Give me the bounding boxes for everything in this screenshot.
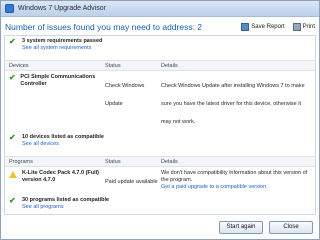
devices-compatible-label: 10 devices listed as compatible bbox=[22, 134, 104, 140]
print-button[interactable]: Print bbox=[292, 23, 315, 31]
program-details: We don't have compatibility information … bbox=[161, 170, 308, 183]
check-icon: ✔ bbox=[9, 196, 16, 205]
programs-details-header: Details bbox=[161, 158, 178, 165]
warning-icon bbox=[9, 171, 17, 178]
system-requirements-row: ✔ 3 system requirements passed See all s… bbox=[5, 36, 315, 54]
programs-status-header: Status bbox=[105, 158, 121, 165]
program-status: Paid update available bbox=[105, 179, 158, 185]
save-icon bbox=[241, 23, 250, 31]
close-button[interactable]: Close bbox=[269, 220, 313, 234]
check-icon: ✔ bbox=[9, 73, 16, 82]
upgrade-advisor-window: Windows 7 Upgrade Advisor Number of issu… bbox=[0, 0, 320, 240]
save-report-button[interactable]: Save Report bbox=[241, 23, 285, 31]
device-status: Check Windows Update bbox=[105, 83, 145, 107]
paid-upgrade-link[interactable]: Get a paid upgrade to a compatible versi… bbox=[161, 184, 311, 191]
devices-compatible-row: ✔ 10 devices listed as compatible See al… bbox=[5, 132, 315, 150]
programs-column-header: Programs bbox=[9, 158, 33, 165]
report-content[interactable]: ✔ 3 system requirements passed See all s… bbox=[4, 35, 316, 215]
see-all-programs-link[interactable]: See all programs bbox=[22, 204, 109, 211]
check-icon: ✔ bbox=[9, 133, 16, 142]
program-name: K-Lite Codec Pack 4.7.0 (Full) version 4… bbox=[22, 170, 100, 183]
see-all-devices-link[interactable]: See all devices bbox=[22, 141, 104, 148]
see-system-requirements-link[interactable]: See all system requirements bbox=[22, 45, 102, 52]
devices-status-header: Status bbox=[105, 62, 121, 69]
check-icon: ✔ bbox=[9, 37, 16, 46]
app-icon bbox=[5, 4, 14, 13]
print-icon bbox=[292, 23, 301, 31]
start-again-button[interactable]: Start again bbox=[219, 220, 263, 234]
title-bar: Windows 7 Upgrade Advisor bbox=[1, 1, 319, 17]
save-report-label: Save Report bbox=[251, 24, 285, 30]
device-name: PCI Simple Communications Controller bbox=[20, 74, 96, 87]
programs-header: Programs Status Details bbox=[5, 156, 315, 167]
device-row: ✔ PCI Simple Communications Controller C… bbox=[5, 71, 315, 128]
devices-column-header: Devices bbox=[9, 62, 29, 69]
device-details: Check Windows Update after installing Wi… bbox=[161, 83, 305, 125]
devices-header: Devices Status Details bbox=[5, 60, 315, 71]
programs-compatible-row: ✔ 30 programs listed as compatible See a… bbox=[5, 195, 315, 213]
system-passed-label: 3 system requirements passed bbox=[22, 38, 103, 44]
devices-details-header: Details bbox=[161, 62, 178, 69]
programs-compatible-label: 30 programs listed as compatible bbox=[22, 197, 110, 203]
report-header: Number of issues found you may need to a… bbox=[1, 20, 319, 34]
footer-bar: Start again Close bbox=[1, 215, 319, 239]
print-label: Print bbox=[302, 24, 315, 30]
program-row: K-Lite Codec Pack 4.7.0 (Full) version 4… bbox=[5, 167, 315, 191]
issues-title: Number of issues found you may need to a… bbox=[5, 22, 203, 32]
window-title: Windows 7 Upgrade Advisor bbox=[18, 5, 106, 12]
